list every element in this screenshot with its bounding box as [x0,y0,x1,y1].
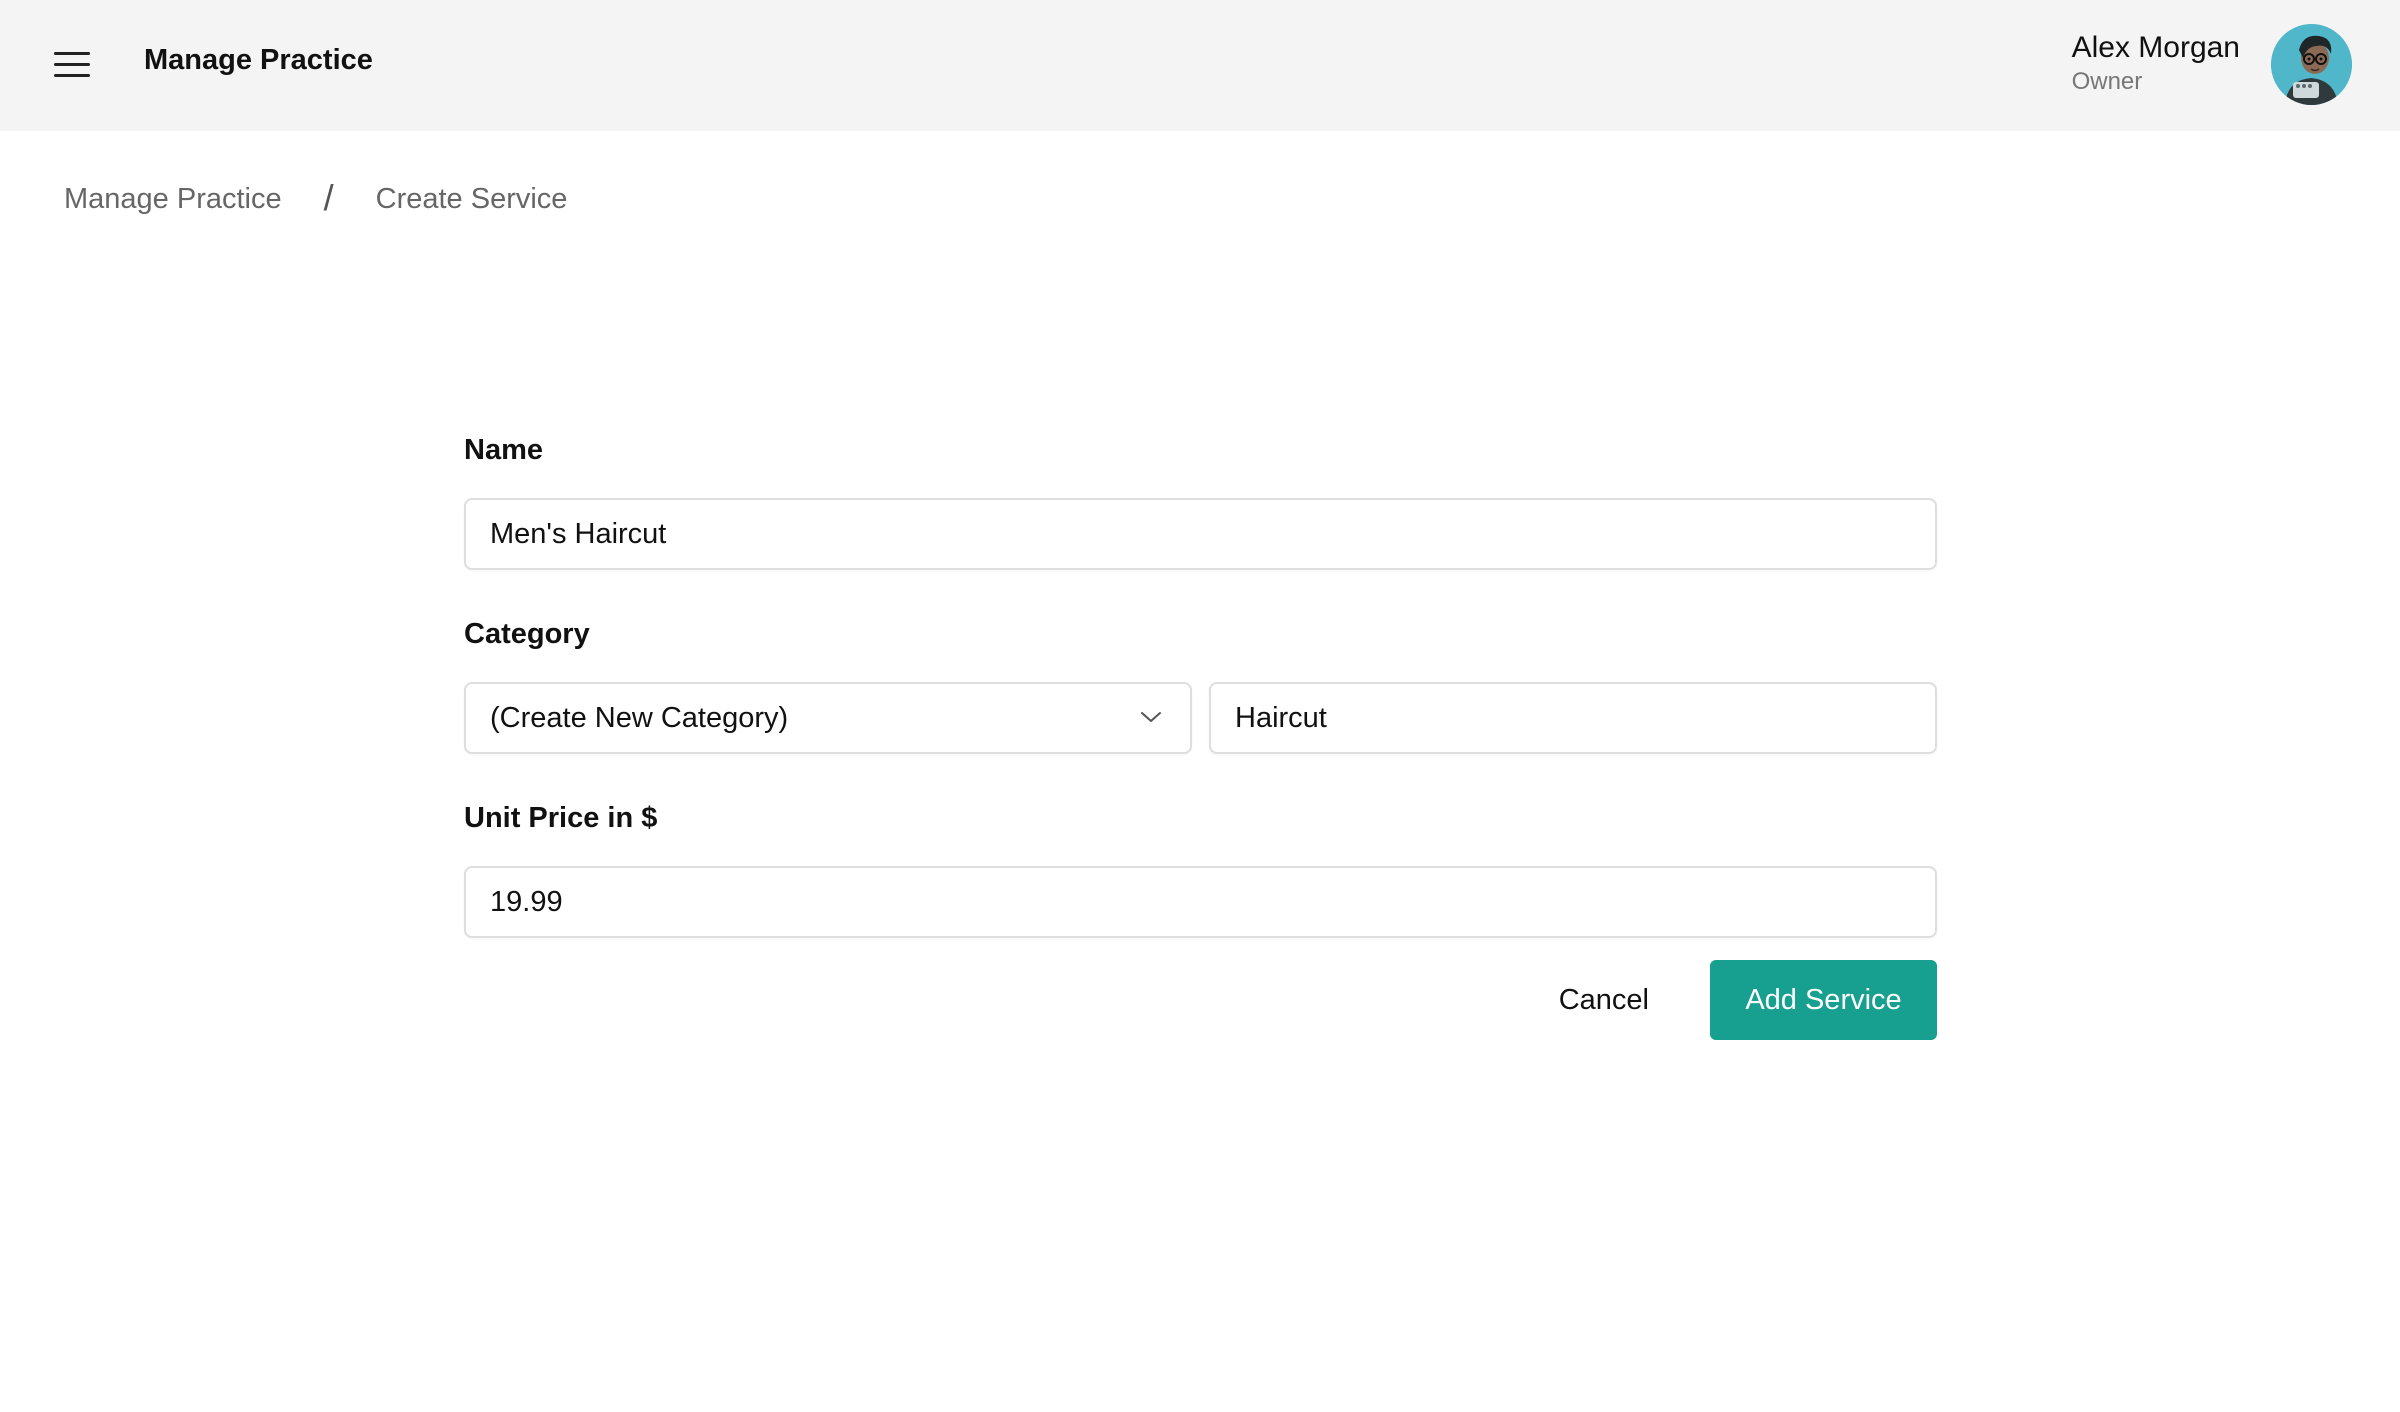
category-label: Category [464,618,590,650]
category-select[interactable]: (Create New Category) [464,682,1192,754]
category-row: (Create New Category) [464,682,1937,754]
breadcrumb-item-manage-practice[interactable]: Manage Practice [64,183,282,216]
avatar[interactable] [2271,24,2352,105]
user-info[interactable]: Alex Morgan Owner [2072,30,2240,98]
form-actions: Cancel Add Service [464,960,1937,1040]
category-select-value: (Create New Category) [490,702,789,734]
name-input[interactable] [464,498,1937,570]
hamburger-menu-icon[interactable] [50,46,94,82]
user-name: Alex Morgan [2071,31,2240,64]
cancel-button[interactable]: Cancel [1559,960,1649,1040]
top-bar: Manage Practice Alex Morgan Owner [0,0,2400,131]
add-service-button[interactable]: Add Service [1710,960,1937,1040]
avatar-illustration-icon [2271,24,2352,105]
menu-line [54,63,90,66]
breadcrumb-item-create-service: Create Service [375,182,568,215]
user-role: Owner [2071,68,2143,95]
create-service-form: Name Category (Create New Category) Unit… [464,430,1937,938]
menu-line [54,74,90,77]
breadcrumb-separator: / [323,177,334,218]
chevron-down-icon [1141,712,1161,722]
new-category-input[interactable] [1209,682,1937,754]
unit-price-input[interactable] [464,866,1937,938]
price-label: Unit Price in $ [464,802,658,834]
name-label: Name [464,434,543,466]
menu-line [54,52,90,55]
page-title: Manage Practice [144,44,373,76]
breadcrumb: Manage Practice / Create Service [64,177,568,220]
